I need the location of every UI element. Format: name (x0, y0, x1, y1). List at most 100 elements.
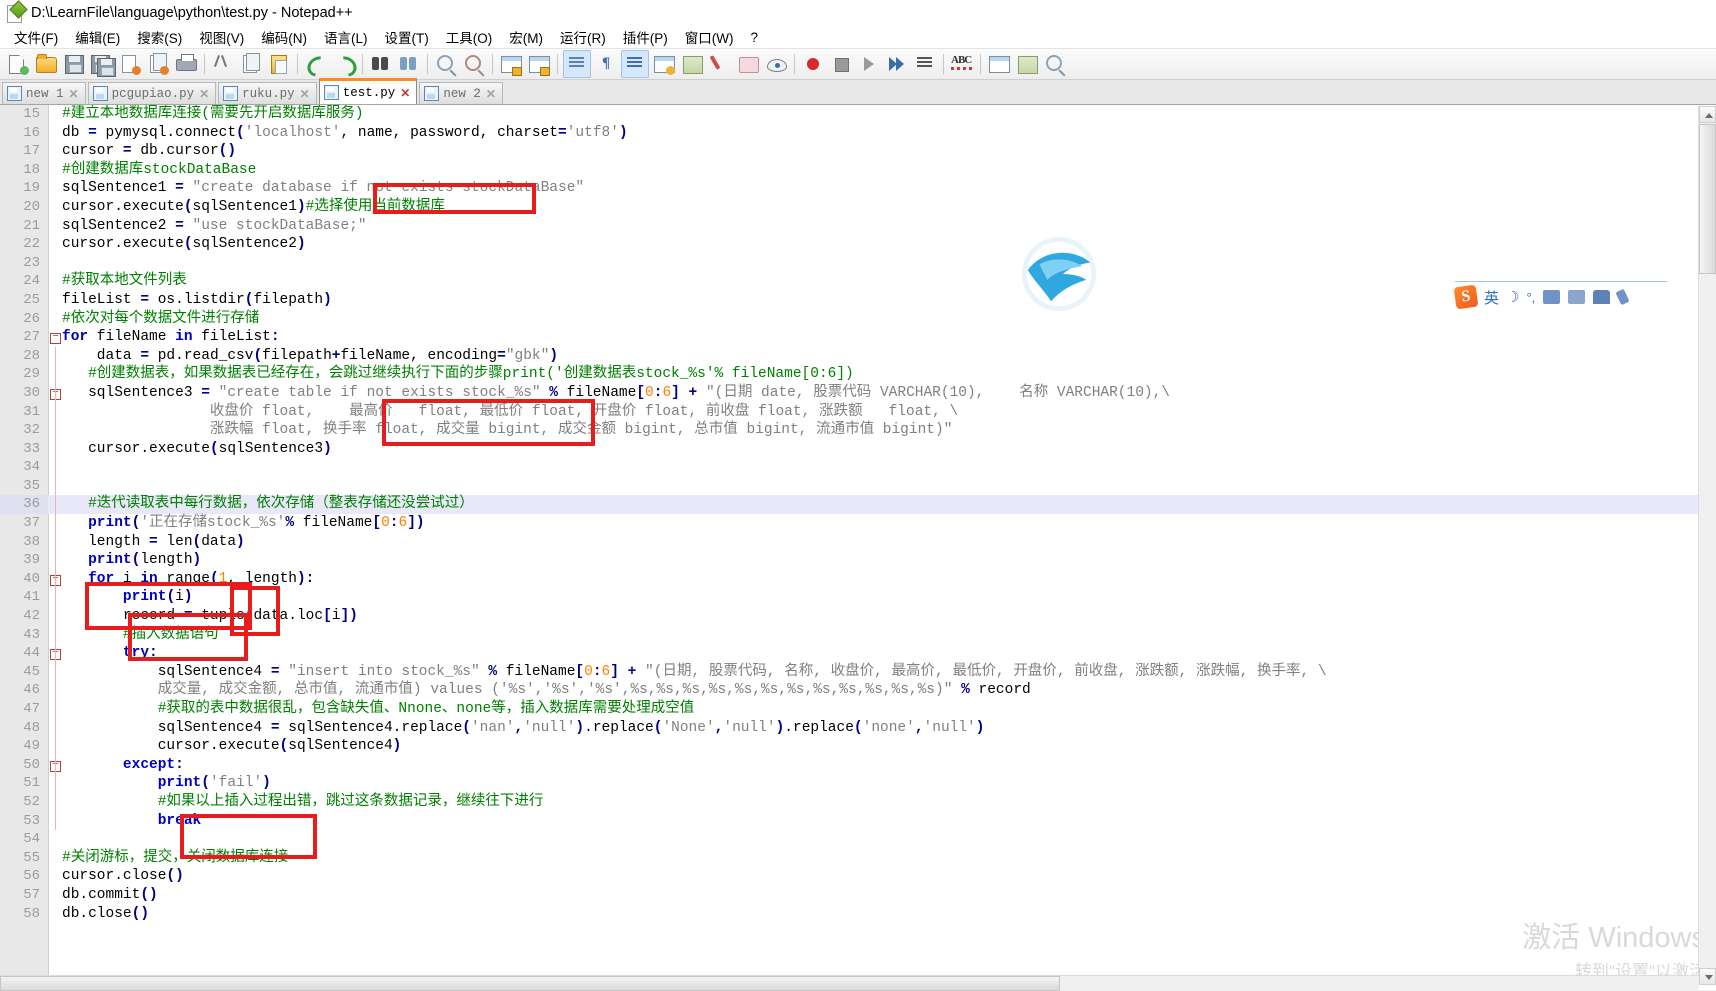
code-text[interactable]: #依次对每个数据文件进行存储 (62, 310, 259, 329)
user-defined-dialog-icon[interactable] (651, 51, 677, 77)
horizontal-scrollbar[interactable] (0, 975, 1699, 991)
code-line[interactable]: 47 #获取的表中数据很乱，包含缺失值、Nnone、none等，插入数据库需要处… (0, 700, 1716, 719)
code-text[interactable]: cursor.execute(sqlSentence3) (62, 440, 332, 459)
code-text[interactable]: sqlSentence2 = "use stockDataBase;" (62, 217, 367, 236)
code-text[interactable]: #获取本地文件列表 (62, 272, 187, 291)
code-line[interactable]: 17 cursor = db.cursor() (0, 142, 1716, 161)
vertical-scroll-thumb[interactable] (1699, 124, 1716, 274)
code-text[interactable]: sqlSentence4 = "insert into stock_%s" % … (62, 663, 1327, 682)
menu-item-view[interactable]: 视图(V) (191, 25, 253, 49)
find-icon[interactable] (368, 51, 394, 77)
code-line[interactable]: 40− for i in range(1, length): (0, 569, 1716, 589)
code-line[interactable]: 19 sqlSentence1 = "create database if not… (0, 179, 1716, 198)
plugin-a-icon[interactable] (986, 51, 1012, 77)
new-file-icon[interactable] (5, 51, 31, 77)
sogou-pinyin-icon[interactable]: S (1453, 284, 1479, 310)
scroll-up-icon[interactable] (1699, 106, 1716, 123)
code-text[interactable]: length = len(data) (62, 533, 245, 552)
close-all-icon[interactable] (145, 51, 171, 77)
code-line[interactable]: 34 (0, 458, 1716, 477)
code-line[interactable]: 46 成交量, 成交金额, 总市值, 流通市值) values ('%s','%… (0, 681, 1716, 700)
menu-item-search[interactable]: 搜索(S) (129, 25, 191, 49)
menu-item-run[interactable]: 运行(R) (552, 25, 615, 49)
ime-mode-label[interactable]: 英 (1484, 287, 1499, 308)
code-line[interactable]: 23 (0, 254, 1716, 273)
code-text[interactable]: 收盘价 float, 最高价 float, 最低价 float, 开盘价 flo… (62, 403, 958, 422)
code-line[interactable]: 44− try: (0, 644, 1716, 663)
menu-item-plugins[interactable]: 插件(P) (615, 25, 677, 49)
code-text[interactable]: db.close() (62, 905, 149, 924)
menu-bar[interactable]: 文件(F) 编辑(E) 搜索(S) 视图(V) 编码(N) 语言(L) 设置(T… (0, 26, 1716, 49)
open-file-icon[interactable] (33, 51, 59, 77)
show-all-characters-icon[interactable]: ¶ (593, 51, 619, 77)
function-list-icon[interactable] (707, 51, 733, 77)
code-text[interactable]: #插入数据语句 (62, 626, 219, 645)
record-macro-icon[interactable] (800, 51, 826, 77)
code-text[interactable]: #建立本地数据库连接(需要先开启数据库服务) (62, 105, 364, 124)
code-line[interactable]: 22 cursor.execute(sqlSentence2) (0, 235, 1716, 254)
code-line[interactable]: 52 #如果以上插入过程出错，跳过这条数据记录，继续往下进行 (0, 792, 1716, 812)
code-line[interactable]: 53 break (0, 811, 1716, 831)
moon-icon[interactable]: ☽ (1506, 288, 1519, 306)
code-editor[interactable]: 15 #建立本地数据库连接(需要先开启数据库服务) 16 db = pymysql.c… (0, 105, 1716, 990)
code-line[interactable]: 28 data = pd.read_csv(filepath+fileName,… (0, 346, 1716, 366)
menu-item-file[interactable]: 文件(F) (6, 25, 67, 49)
redo-icon[interactable] (331, 51, 361, 81)
copy-icon[interactable] (238, 51, 264, 77)
keyboard-icon[interactable] (1543, 290, 1561, 304)
ime-toolbar[interactable]: S 英 ☽ °, (1453, 283, 1667, 311)
code-text[interactable]: cursor = db.cursor() (62, 142, 236, 161)
vertical-scrollbar[interactable] (1698, 106, 1716, 985)
menu-item-window[interactable]: 窗口(W) (677, 25, 743, 49)
code-line[interactable]: 42 record = tuple(data.loc[i]) (0, 607, 1716, 626)
code-line[interactable]: 48 sqlSentence4 = sqlSentence4.replace('… (0, 718, 1716, 738)
code-line[interactable]: 30− sqlSentence3 = "create table if not … (0, 383, 1716, 403)
code-text[interactable]: db = pymysql.connect('localhost', name, … (62, 124, 628, 143)
code-text[interactable]: print(i) (62, 588, 193, 607)
menu-item-encoding[interactable]: 编码(N) (253, 25, 316, 49)
code-line[interactable]: 18 #创建数据库stockDataBase (0, 161, 1716, 180)
code-line[interactable]: 36 #迭代读取表中每行数据，依次存储（整表存储还没尝试过） (0, 495, 1716, 515)
code-text[interactable]: #创建数据库stockDataBase (62, 161, 256, 180)
code-text[interactable]: #关闭游标，提交，关闭数据库连接 (62, 849, 288, 868)
code-line[interactable]: 31 收盘价 float, 最高价 float, 最低价 float, 开盘价 … (0, 402, 1716, 422)
code-text[interactable]: db.commit() (62, 886, 158, 905)
fold-toggle-icon[interactable]: − (50, 332, 61, 345)
menu-item-tools[interactable]: 工具(O) (438, 25, 502, 49)
play-macro-icon[interactable] (856, 51, 882, 77)
code-line[interactable]: 35 (0, 476, 1716, 496)
code-text[interactable]: fileList = os.listdir(filepath) (62, 291, 332, 310)
tab-pcgupiao-py[interactable]: pcgupiao.py ✕ (87, 82, 217, 104)
indent-guide-icon[interactable] (621, 50, 649, 78)
code-text[interactable]: try: (62, 644, 158, 663)
code-text[interactable]: 涨跌幅 float, 换手率 float, 成交量 bigint, 成交金额 b… (62, 421, 952, 440)
plugin-c-icon[interactable] (1042, 51, 1068, 77)
scroll-down-icon[interactable] (1699, 968, 1716, 985)
zoom-out-icon[interactable] (461, 51, 487, 77)
code-line[interactable]: 39 print(length) (0, 551, 1716, 570)
code-text[interactable]: sqlSentence3 = "create table if not exis… (62, 384, 1170, 403)
code-text[interactable]: data = pd.read_csv(filepath+fileName, en… (62, 347, 558, 366)
code-line[interactable]: 20 cursor.execute(sqlSentence1)#选择使用当前数据库 (0, 198, 1716, 217)
menu-item-language[interactable]: 语言(L) (316, 25, 377, 49)
sync-horizontal-scroll-icon[interactable] (526, 51, 552, 77)
code-text[interactable]: sqlSentence4 = sqlSentence4.replace('nan… (62, 719, 985, 738)
code-line[interactable]: 29 #创建数据表，如果数据表已经存在，会跳过继续执行下面的步骤print('创… (0, 365, 1716, 384)
code-line[interactable]: 41 print(i) (0, 588, 1716, 608)
code-line[interactable]: 21 sqlSentence2 = "use stockDataBase;" (0, 217, 1716, 236)
code-text[interactable]: cursor.execute(sqlSentence2) (62, 235, 306, 254)
paste-icon[interactable] (266, 51, 292, 77)
code-line[interactable]: 37 print('正在存储stock_%s'% fileName[0:6]) (0, 514, 1716, 533)
code-text[interactable]: 成交量, 成交金额, 总市值, 流通市值) values ('%s','%s',… (62, 681, 1031, 700)
stop-recording-icon[interactable] (828, 51, 854, 77)
code-line[interactable]: 51 print('fail') (0, 774, 1716, 793)
replace-icon[interactable] (396, 51, 422, 77)
tab-test-py[interactable]: test.py ✕ (318, 78, 418, 104)
hat-icon[interactable] (1593, 290, 1611, 304)
code-text[interactable]: print('fail') (62, 774, 271, 793)
code-line[interactable]: 38 length = len(data) (0, 532, 1716, 552)
monitoring-icon[interactable] (763, 51, 789, 77)
code-text[interactable]: sqlSentence1 = "create database if not e… (62, 179, 584, 198)
run-macro-multiple-icon[interactable] (884, 51, 910, 77)
code-line[interactable]: 56 cursor.close() (0, 867, 1716, 886)
